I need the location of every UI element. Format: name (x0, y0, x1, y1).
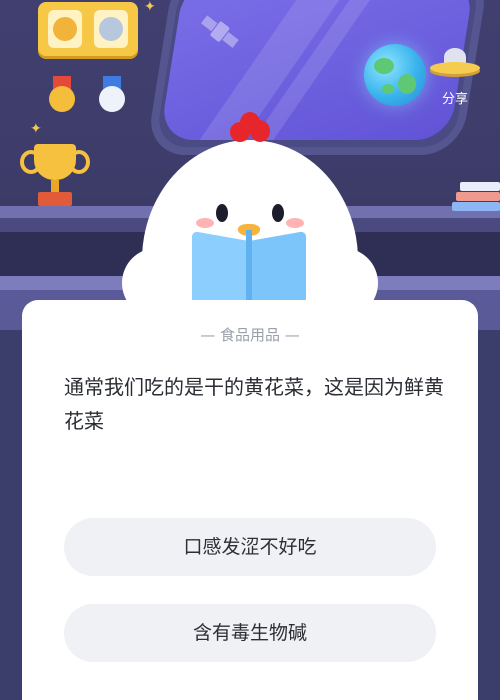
gold-badge-icon (48, 10, 82, 48)
silver-badge-icon (94, 10, 128, 48)
earth-icon[interactable] (364, 44, 426, 106)
share-button[interactable]: 分享 (428, 46, 482, 108)
books-stack-icon (452, 178, 500, 214)
sparkle-icon: ✦ (30, 121, 42, 137)
comb (230, 112, 270, 146)
hero-illustration: ✦ ✦ 分享 (0, 0, 500, 330)
sparkle-icon: ✦ (144, 0, 156, 15)
trophy-icon (20, 140, 90, 212)
gold-medal-icon (46, 76, 78, 116)
achievement-badges (38, 2, 138, 56)
answer-option-2[interactable]: 含有毒生物碱 (64, 604, 436, 662)
answer-option-1[interactable]: 口感发涩不好吃 (64, 518, 436, 576)
quiz-card: — 食品用品 — 通常我们吃的是干的黄花菜，这是因为鲜黄花菜 口感发涩不好吃 含… (22, 300, 478, 700)
share-label: 分享 (441, 92, 468, 107)
question-text: 通常我们吃的是干的黄花菜，这是因为鲜黄花菜 (64, 375, 444, 433)
chicken-mascot (122, 110, 378, 330)
category-label: — 食品用品 — (200, 326, 300, 344)
silver-medal-icon (96, 76, 128, 116)
